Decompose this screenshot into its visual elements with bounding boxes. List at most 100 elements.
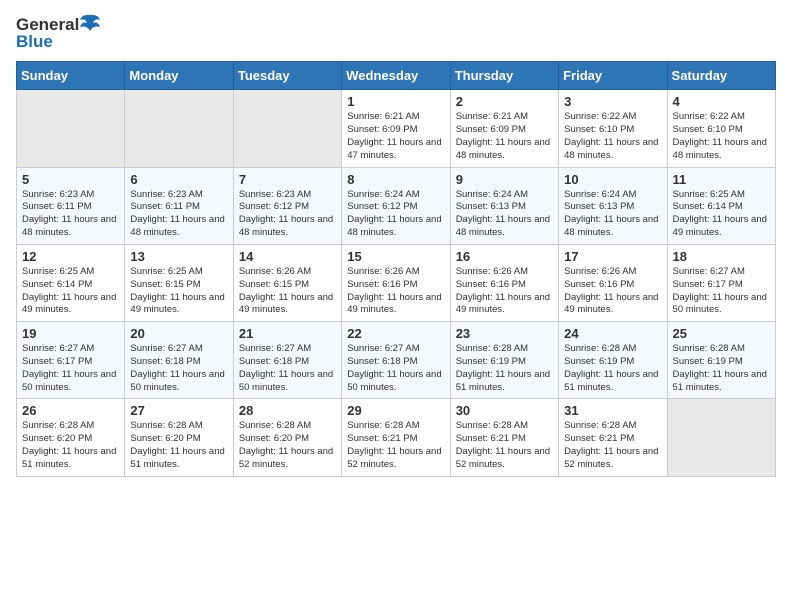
day-info: Sunrise: 6:28 AM Sunset: 6:20 PM Dayligh… [22,420,119,471]
calendar-cell: 11 Sunrise: 6:25 AM Sunset: 6:14 PM Dayli… [667,167,775,244]
calendar-cell: 21 Sunrise: 6:27 AM Sunset: 6:18 PM Dayli… [233,322,341,399]
day-info: Sunrise: 6:26 AM Sunset: 6:15 PM Dayligh… [239,266,336,317]
day-info: Sunrise: 6:21 AM Sunset: 6:09 PM Dayligh… [347,111,444,162]
day-number: 27 [130,403,227,418]
day-number: 7 [239,172,336,187]
day-info: Sunrise: 6:25 AM Sunset: 6:14 PM Dayligh… [673,189,770,240]
day-number: 12 [22,249,119,264]
day-info: Sunrise: 6:27 AM Sunset: 6:18 PM Dayligh… [239,343,336,394]
calendar-cell: 1 Sunrise: 6:21 AM Sunset: 6:09 PM Daylig… [342,90,450,167]
day-info: Sunrise: 6:28 AM Sunset: 6:20 PM Dayligh… [239,420,336,471]
calendar-cell: 8 Sunrise: 6:24 AM Sunset: 6:12 PM Daylig… [342,167,450,244]
weekday-header-saturday: Saturday [667,62,775,90]
day-info: Sunrise: 6:24 AM Sunset: 6:12 PM Dayligh… [347,189,444,240]
calendar-cell: 7 Sunrise: 6:23 AM Sunset: 6:12 PM Daylig… [233,167,341,244]
day-info: Sunrise: 6:26 AM Sunset: 6:16 PM Dayligh… [347,266,444,317]
logo-container: General Blue [16,16,100,51]
calendar-cell [125,90,233,167]
day-number: 16 [456,249,553,264]
weekday-header-row: SundayMondayTuesdayWednesdayThursdayFrid… [17,62,776,90]
day-number: 25 [673,326,770,341]
calendar-cell: 4 Sunrise: 6:22 AM Sunset: 6:10 PM Daylig… [667,90,775,167]
calendar-cell: 16Sunrise: 6:26 AM Sunset: 6:16 PM Dayli… [450,244,558,321]
calendar-cell: 15Sunrise: 6:26 AM Sunset: 6:16 PM Dayli… [342,244,450,321]
calendar-cell: 18Sunrise: 6:27 AM Sunset: 6:17 PM Dayli… [667,244,775,321]
day-number: 9 [456,172,553,187]
day-info: Sunrise: 6:21 AM Sunset: 6:09 PM Dayligh… [456,111,553,162]
day-number: 30 [456,403,553,418]
calendar-cell: 25 Sunrise: 6:28 AM Sunset: 6:19 PM Dayli… [667,322,775,399]
calendar-cell: 3 Sunrise: 6:22 AM Sunset: 6:10 PM Daylig… [559,90,667,167]
calendar-cell: 22 Sunrise: 6:27 AM Sunset: 6:18 PM Dayli… [342,322,450,399]
day-info: Sunrise: 6:27 AM Sunset: 6:17 PM Dayligh… [673,266,770,317]
day-info: Sunrise: 6:24 AM Sunset: 6:13 PM Dayligh… [456,189,553,240]
day-number: 1 [347,94,444,109]
calendar-cell: 26 Sunrise: 6:28 AM Sunset: 6:20 PM Dayli… [17,399,125,476]
day-info: Sunrise: 6:22 AM Sunset: 6:10 PM Dayligh… [564,111,661,162]
day-info: Sunrise: 6:23 AM Sunset: 6:11 PM Dayligh… [130,189,227,240]
calendar-table: SundayMondayTuesdayWednesdayThursdayFrid… [16,61,776,476]
calendar-cell: 2 Sunrise: 6:21 AM Sunset: 6:09 PM Daylig… [450,90,558,167]
weekday-header-friday: Friday [559,62,667,90]
calendar-cell: 27Sunrise: 6:28 AM Sunset: 6:20 PM Dayli… [125,399,233,476]
day-number: 3 [564,94,661,109]
day-number: 4 [673,94,770,109]
calendar-cell: 12 Sunrise: 6:25 AM Sunset: 6:14 PM Dayli… [17,244,125,321]
calendar-cell: 31Sunrise: 6:28 AM Sunset: 6:21 PM Dayli… [559,399,667,476]
day-number: 21 [239,326,336,341]
day-number: 24 [564,326,661,341]
calendar-week-row: 26 Sunrise: 6:28 AM Sunset: 6:20 PM Dayli… [17,399,776,476]
day-number: 11 [673,172,770,187]
day-info: Sunrise: 6:28 AM Sunset: 6:19 PM Dayligh… [564,343,661,394]
day-info: Sunrise: 6:28 AM Sunset: 6:21 PM Dayligh… [564,420,661,471]
day-info: Sunrise: 6:28 AM Sunset: 6:19 PM Dayligh… [456,343,553,394]
page-header: General Blue [16,16,776,51]
day-number: 23 [456,326,553,341]
calendar-cell: 10Sunrise: 6:24 AM Sunset: 6:13 PM Dayli… [559,167,667,244]
logo-bird-icon [80,14,100,32]
day-info: Sunrise: 6:28 AM Sunset: 6:21 PM Dayligh… [347,420,444,471]
day-number: 2 [456,94,553,109]
calendar-cell: 24 Sunrise: 6:28 AM Sunset: 6:19 PM Dayli… [559,322,667,399]
day-number: 26 [22,403,119,418]
day-info: Sunrise: 6:28 AM Sunset: 6:19 PM Dayligh… [673,343,770,394]
calendar-cell: 6 Sunrise: 6:23 AM Sunset: 6:11 PM Daylig… [125,167,233,244]
day-info: Sunrise: 6:27 AM Sunset: 6:18 PM Dayligh… [347,343,444,394]
day-number: 20 [130,326,227,341]
day-number: 17 [564,249,661,264]
calendar-week-row: 5 Sunrise: 6:23 AM Sunset: 6:11 PM Daylig… [17,167,776,244]
day-info: Sunrise: 6:25 AM Sunset: 6:15 PM Dayligh… [130,266,227,317]
day-info: Sunrise: 6:27 AM Sunset: 6:17 PM Dayligh… [22,343,119,394]
calendar-week-row: 19 Sunrise: 6:27 AM Sunset: 6:17 PM Dayli… [17,322,776,399]
day-info: Sunrise: 6:23 AM Sunset: 6:11 PM Dayligh… [22,189,119,240]
calendar-week-row: 1 Sunrise: 6:21 AM Sunset: 6:09 PM Daylig… [17,90,776,167]
day-number: 19 [22,326,119,341]
day-number: 13 [130,249,227,264]
logo-blue: Blue [16,33,100,52]
day-info: Sunrise: 6:23 AM Sunset: 6:12 PM Dayligh… [239,189,336,240]
calendar-cell [17,90,125,167]
day-info: Sunrise: 6:25 AM Sunset: 6:14 PM Dayligh… [22,266,119,317]
day-info: Sunrise: 6:28 AM Sunset: 6:21 PM Dayligh… [456,420,553,471]
day-number: 29 [347,403,444,418]
calendar-cell: 23 Sunrise: 6:28 AM Sunset: 6:19 PM Dayli… [450,322,558,399]
calendar-cell: 28 Sunrise: 6:28 AM Sunset: 6:20 PM Dayli… [233,399,341,476]
calendar-cell: 29 Sunrise: 6:28 AM Sunset: 6:21 PM Dayli… [342,399,450,476]
calendar-cell: 17Sunrise: 6:26 AM Sunset: 6:16 PM Dayli… [559,244,667,321]
weekday-header-monday: Monday [125,62,233,90]
calendar-week-row: 12 Sunrise: 6:25 AM Sunset: 6:14 PM Dayli… [17,244,776,321]
day-number: 22 [347,326,444,341]
day-number: 5 [22,172,119,187]
day-info: Sunrise: 6:22 AM Sunset: 6:10 PM Dayligh… [673,111,770,162]
calendar-cell: 20 Sunrise: 6:27 AM Sunset: 6:18 PM Dayli… [125,322,233,399]
weekday-header-tuesday: Tuesday [233,62,341,90]
day-number: 14 [239,249,336,264]
weekday-header-thursday: Thursday [450,62,558,90]
day-number: 6 [130,172,227,187]
day-number: 8 [347,172,444,187]
day-number: 28 [239,403,336,418]
calendar-cell: 13 Sunrise: 6:25 AM Sunset: 6:15 PM Dayli… [125,244,233,321]
weekday-header-wednesday: Wednesday [342,62,450,90]
calendar-cell: 19 Sunrise: 6:27 AM Sunset: 6:17 PM Dayli… [17,322,125,399]
day-info: Sunrise: 6:27 AM Sunset: 6:18 PM Dayligh… [130,343,227,394]
